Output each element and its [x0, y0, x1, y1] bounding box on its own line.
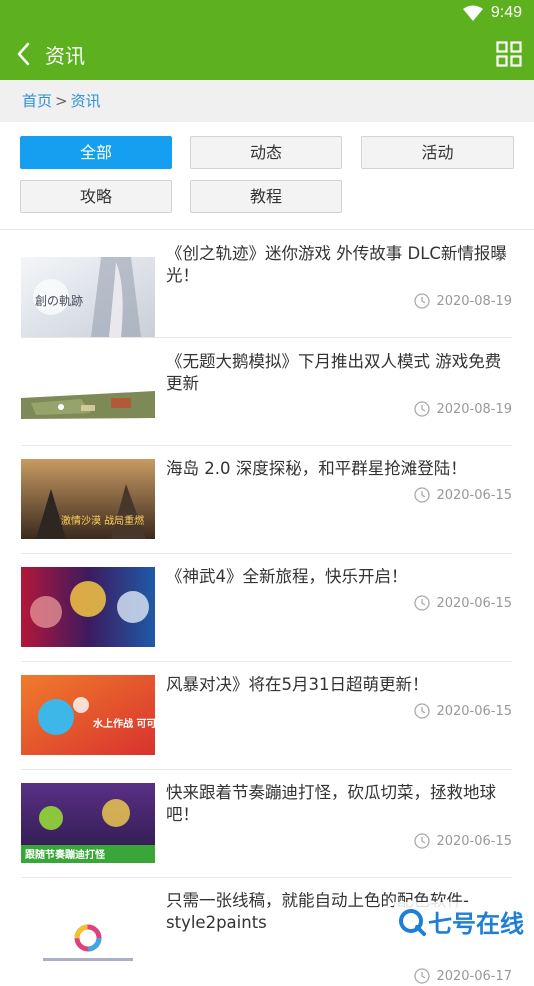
- clock-icon: [414, 595, 431, 611]
- article-thumbnail: 跟随节奏蹦迪打怪: [21, 783, 155, 863]
- article-date: 2020-06-17: [414, 968, 512, 984]
- article-date: 2020-08-19: [414, 401, 512, 417]
- article-date-text: 2020-06-15: [436, 833, 512, 849]
- clock-icon: [414, 487, 431, 503]
- thumbnail-image: [21, 900, 155, 980]
- thumbnail-image: [21, 567, 155, 647]
- watermark: 七号在线: [394, 902, 528, 941]
- article-date: 2020-08-19: [414, 293, 512, 309]
- thumbnail-image: 水上作战 可可可狼!: [21, 675, 155, 755]
- thumbnail-logo-text: 創の軌跡: [35, 293, 83, 308]
- clock-icon: [414, 703, 431, 719]
- article-date-text: 2020-06-15: [436, 487, 512, 503]
- article-title[interactable]: 《神武4》全新旅程，快乐开启！: [166, 566, 514, 588]
- app-bar: 资讯: [0, 28, 534, 80]
- list-item[interactable]: 激情沙漠 战局重燃 海岛 2.0 深度探秘，和平群星抢滩登陆！ 2020-06-…: [0, 446, 534, 554]
- grid-menu-icon[interactable]: [496, 41, 522, 67]
- list-item[interactable]: 水上作战 可可可狼! 风暴对决》将在5月31日超萌更新！ 2020-06-15: [0, 662, 534, 770]
- list-item[interactable]: 《无题大鹅模拟》下月推出双人模式 游戏免费更新 2020-08-19: [0, 338, 534, 446]
- article-date: 2020-06-15: [414, 595, 512, 611]
- thumbnail-image: 創の軌跡: [21, 257, 155, 337]
- status-bar: 9:49: [0, 0, 534, 28]
- thumbnail-image: 激情沙漠 战局重燃: [21, 459, 155, 539]
- status-time: 9:49: [490, 4, 522, 21]
- article-date: 2020-06-15: [414, 703, 512, 719]
- article-date: 2020-06-15: [414, 487, 512, 503]
- wifi-icon: [462, 5, 483, 21]
- article-date-text: 2020-08-19: [436, 401, 512, 417]
- breadcrumb-current-link[interactable]: 资讯: [71, 92, 101, 110]
- article-thumbnail: [21, 363, 155, 443]
- thumbnail-caption: 跟随节奏蹦迪打怪: [25, 848, 106, 861]
- article-thumbnail: [21, 567, 155, 647]
- article-thumbnail: 創の軌跡: [21, 257, 155, 337]
- article-date-text: 2020-06-15: [436, 595, 512, 611]
- category-tabs: 全部 动态 活动 攻略 教程: [0, 122, 534, 230]
- tab-guides[interactable]: 攻略: [20, 180, 172, 213]
- watermark-logo-icon: [399, 908, 426, 936]
- watermark-text: 七号在线: [428, 910, 524, 938]
- article-title[interactable]: 《创之轨迹》迷你游戏 外传故事 DLC新情报曝光！: [166, 243, 514, 287]
- thumbnail-image: 跟随节奏蹦迪打怪: [21, 783, 155, 863]
- article-thumbnail: 激情沙漠 战局重燃: [21, 459, 155, 539]
- article-title[interactable]: 快来跟着节奏蹦迪打怪，砍瓜切菜，拯救地球吧！: [166, 782, 514, 826]
- tab-tutorials[interactable]: 教程: [190, 180, 342, 213]
- breadcrumb: 首页 > 资讯: [22, 90, 101, 111]
- article-date-text: 2020-08-19: [436, 293, 512, 309]
- page-title: 资讯: [45, 44, 85, 68]
- thumbnail-caption: 水上作战 可可可狼!: [92, 717, 155, 730]
- list-item[interactable]: 《神武4》全新旅程，快乐开启！ 2020-06-15: [0, 554, 534, 662]
- article-thumbnail: 水上作战 可可可狼!: [21, 675, 155, 755]
- article-title[interactable]: 《无题大鹅模拟》下月推出双人模式 游戏免费更新: [166, 351, 514, 395]
- tab-events[interactable]: 活动: [361, 136, 514, 169]
- article-thumbnail: [21, 900, 155, 980]
- tab-news[interactable]: 动态: [190, 136, 342, 169]
- article-date-text: 2020-06-17: [436, 968, 512, 984]
- breadcrumb-home-link[interactable]: 首页: [22, 92, 52, 110]
- article-date-text: 2020-06-15: [436, 703, 512, 719]
- thumbnail-image: [21, 363, 155, 443]
- breadcrumb-separator: >: [55, 92, 68, 110]
- article-title[interactable]: 海岛 2.0 深度探秘，和平群星抢滩登陆！: [166, 458, 514, 480]
- list-item[interactable]: 創の軌跡 《创之轨迹》迷你游戏 外传故事 DLC新情报曝光！ 2020-08-1…: [0, 230, 534, 338]
- breadcrumb-bar: 首页 > 资讯: [0, 80, 534, 122]
- clock-icon: [414, 401, 431, 417]
- article-title[interactable]: 风暴对决》将在5月31日超萌更新！: [166, 674, 514, 696]
- back-arrow-icon[interactable]: [12, 41, 36, 67]
- clock-icon: [414, 293, 431, 309]
- clock-icon: [414, 833, 431, 849]
- list-item[interactable]: 跟随节奏蹦迪打怪 快来跟着节奏蹦迪打怪，砍瓜切菜，拯救地球吧！ 2020-06-…: [0, 770, 534, 878]
- clock-icon: [414, 968, 431, 984]
- tab-all[interactable]: 全部: [20, 136, 172, 169]
- article-date: 2020-06-15: [414, 833, 512, 849]
- status-right: 9:49: [462, 4, 522, 22]
- thumbnail-caption: 激情沙漠 战局重燃: [61, 514, 144, 527]
